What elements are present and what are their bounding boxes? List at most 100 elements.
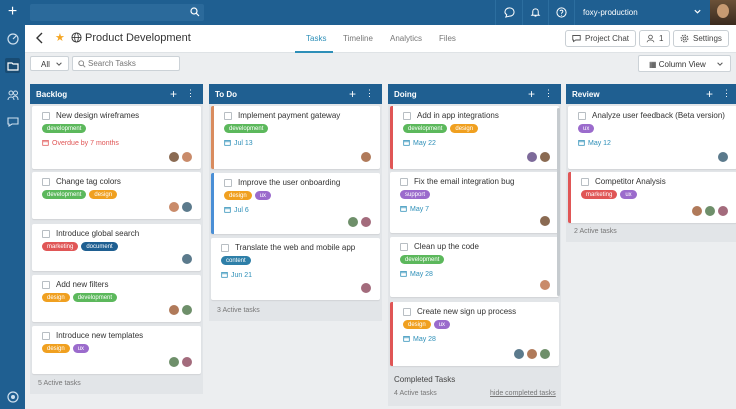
task-checkbox[interactable] (42, 230, 50, 238)
tag-badge[interactable]: support (400, 190, 431, 199)
task-checkbox[interactable] (221, 244, 229, 252)
task-checkbox[interactable] (42, 281, 50, 289)
add-task-icon[interactable]: + (706, 87, 713, 101)
avatar[interactable] (539, 151, 551, 163)
back-arrow-icon[interactable] (35, 32, 45, 44)
task-card[interactable]: Fix the email integration bug support May … (390, 172, 559, 233)
avatar[interactable] (539, 215, 551, 227)
tag-badge[interactable]: ux (72, 344, 90, 353)
task-card[interactable]: Clean up the code development May 28 (390, 237, 559, 297)
task-title[interactable]: Add in app integrations (417, 111, 499, 120)
task-title[interactable]: Introduce global search (56, 229, 139, 238)
tag-badge[interactable]: design (89, 190, 118, 199)
avatar[interactable] (181, 304, 193, 316)
settings-button[interactable]: Settings (673, 30, 729, 47)
avatar[interactable] (513, 348, 525, 360)
avatar[interactable] (181, 201, 193, 213)
avatar[interactable] (181, 253, 193, 265)
chat-icon[interactable] (5, 114, 20, 129)
task-card[interactable]: Add new filters design development (32, 275, 201, 322)
tag-badge[interactable]: ux (620, 190, 637, 199)
task-card[interactable]: Improve the user onboarding design ux Jul 6 (211, 173, 380, 234)
user-avatar[interactable] (710, 0, 736, 25)
help-chat-icon[interactable] (5, 389, 20, 404)
more-vertical-icon[interactable]: ⋮ (186, 88, 195, 99)
avatar[interactable] (168, 151, 180, 163)
task-checkbox[interactable] (224, 112, 232, 120)
task-checkbox[interactable] (400, 178, 408, 186)
task-card[interactable]: Implement payment gateway development Jul … (211, 106, 380, 169)
filter-select[interactable]: All (30, 56, 69, 71)
avatar[interactable] (168, 356, 180, 368)
avatar[interactable] (347, 216, 359, 228)
task-title[interactable]: Create new sign up process (417, 307, 516, 316)
search-tasks-field[interactable] (72, 56, 180, 71)
avatar[interactable] (539, 279, 551, 291)
add-task-icon[interactable]: + (170, 87, 177, 101)
column-scrollbar[interactable] (557, 108, 560, 296)
avatar[interactable] (360, 216, 372, 228)
hide-completed-link[interactable]: hide completed tasks (490, 390, 556, 397)
tag-badge[interactable]: development (403, 124, 448, 133)
add-icon[interactable]: + (0, 0, 25, 25)
task-card[interactable]: Add in app integrations development design… (390, 106, 559, 169)
team-icon[interactable] (5, 87, 20, 102)
tab-tasks[interactable]: Tasks (306, 34, 326, 43)
tag-badge[interactable]: development (224, 124, 269, 133)
task-checkbox[interactable] (578, 112, 586, 120)
tag-badge[interactable]: development (42, 190, 87, 199)
task-checkbox[interactable] (224, 179, 232, 187)
members-button[interactable]: 1 (639, 30, 671, 47)
task-checkbox[interactable] (42, 112, 50, 120)
task-checkbox[interactable] (42, 178, 50, 186)
avatar[interactable] (168, 201, 180, 213)
more-vertical-icon[interactable]: ⋮ (365, 88, 374, 99)
avatar[interactable] (539, 348, 551, 360)
avatar[interactable] (704, 205, 716, 217)
more-vertical-icon[interactable]: ⋮ (544, 88, 553, 99)
add-task-icon[interactable]: + (528, 87, 535, 101)
project-chat-button[interactable]: Project Chat (565, 30, 637, 47)
task-title[interactable]: New design wireframes (56, 111, 139, 120)
avatar[interactable] (181, 151, 193, 163)
messages-icon[interactable] (502, 5, 517, 20)
avatar[interactable] (360, 282, 372, 294)
task-title[interactable]: Fix the email integration bug (414, 177, 515, 186)
tab-analytics[interactable]: Analytics (390, 34, 422, 43)
task-checkbox[interactable] (403, 308, 411, 316)
tag-badge[interactable]: development (42, 124, 87, 133)
tag-badge[interactable]: marketing (42, 242, 79, 251)
task-checkbox[interactable] (581, 178, 589, 186)
tag-badge[interactable]: design (42, 293, 70, 302)
task-title[interactable]: Analyze user feedback (Beta version) (592, 111, 725, 120)
task-checkbox[interactable] (42, 332, 50, 340)
task-card[interactable]: Create new sign up process design ux May 28 (390, 302, 559, 366)
tab-timeline[interactable]: Timeline (343, 34, 373, 43)
avatar[interactable] (360, 151, 372, 163)
bell-icon[interactable] (528, 5, 543, 20)
task-card[interactable]: Analyze user feedback (Beta version) ux Ma… (568, 106, 736, 169)
help-icon[interactable] (554, 5, 569, 20)
task-title[interactable]: Competitor Analysis (595, 177, 666, 186)
search-tasks-input[interactable] (88, 59, 176, 68)
tab-files[interactable]: Files (439, 34, 456, 43)
avatar[interactable] (168, 304, 180, 316)
chevron-down-icon[interactable] (693, 7, 702, 16)
avatar[interactable] (181, 356, 193, 368)
tag-badge[interactable]: development (400, 255, 445, 264)
tag-badge[interactable]: marketing (581, 190, 618, 199)
tag-badge[interactable]: development (72, 293, 118, 302)
task-checkbox[interactable] (400, 243, 408, 251)
task-title[interactable]: Introduce new templates (56, 331, 143, 340)
task-card[interactable]: New design wireframes development Overdue … (32, 106, 201, 169)
task-card[interactable]: Translate the web and mobile app content J… (211, 238, 380, 300)
task-title[interactable]: Translate the web and mobile app (235, 243, 355, 252)
task-card[interactable]: Change tag colors development design (32, 172, 201, 219)
avatar[interactable] (526, 151, 538, 163)
task-title[interactable]: Clean up the code (414, 242, 479, 251)
tag-badge[interactable]: design (403, 320, 431, 329)
tag-badge[interactable]: ux (433, 320, 451, 329)
global-search-input[interactable] (30, 4, 204, 21)
projects-folder-icon[interactable] (5, 58, 20, 73)
tag-badge[interactable]: content (221, 256, 251, 265)
